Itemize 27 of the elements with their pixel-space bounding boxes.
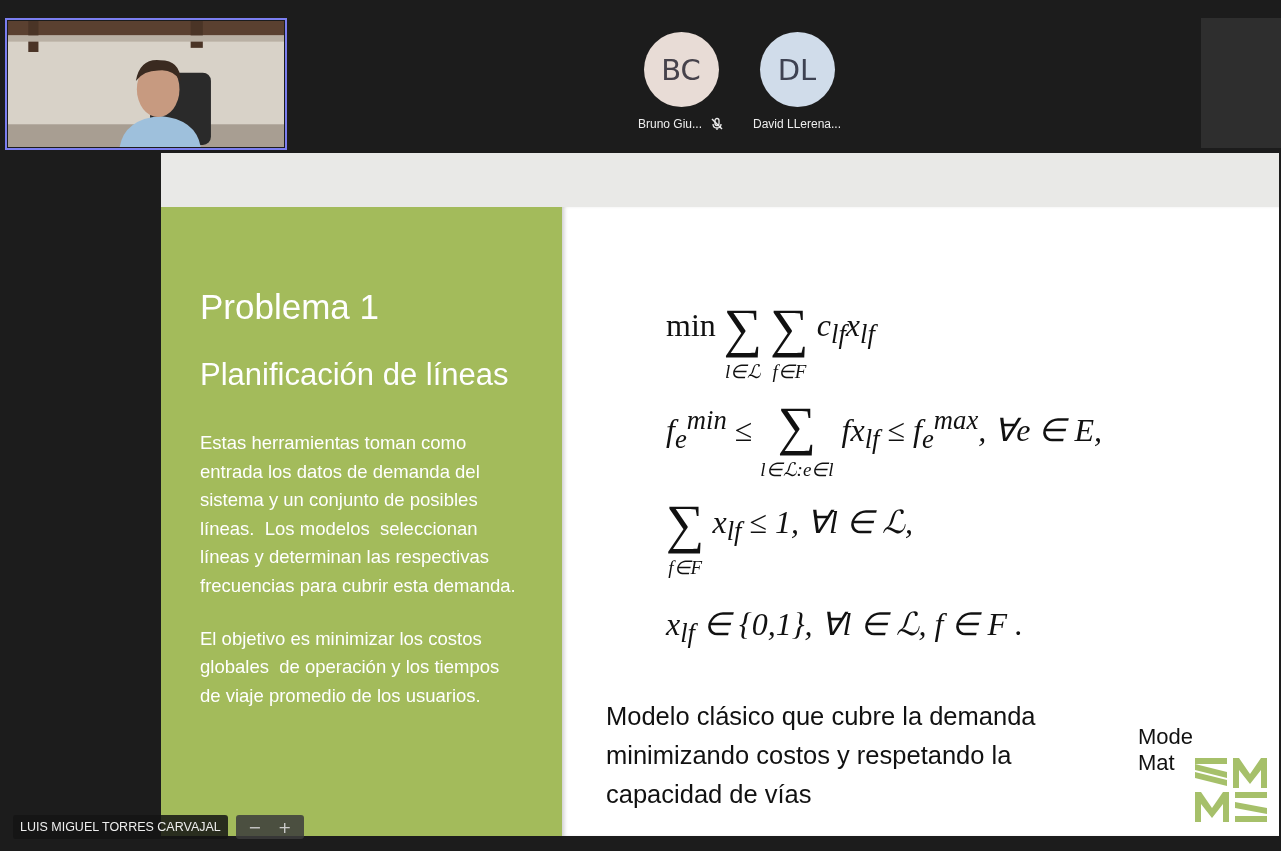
summation-sign: ∑	[777, 395, 817, 458]
slide-subtitle: Planificación de líneas	[200, 357, 510, 393]
participant-name: David LLerena...	[752, 117, 842, 131]
summation-sign: ∑	[723, 297, 763, 360]
participant-name: Bruno Giu...	[638, 117, 702, 131]
formula-text: fx$_{lf}$ ≤ f$_{e}$$^{max}$, ∀e ∈ E,	[841, 404, 1102, 456]
slide-paragraph: El objetivo es minimizar los costos globales de operación y los tiempos de viaje promedio de los usuarios.	[200, 626, 501, 708]
zoom-button[interactable]: −	[239, 815, 270, 839]
summation-index: l∈ℒ:e∈l	[760, 459, 834, 481]
slide-paragraph: Estas herramientas toman como entrada los datos de demanda del sistema y un conjunto de posibles líneas. Los modelos seleccionan líneas y determinan las respectivas frecuencias para cubrir esta demanda.	[200, 431, 517, 598]
formula-text: min	[666, 306, 716, 344]
formula-text: x$_{lf}$ ≤ 1, ∀l ∈ ℒ,	[712, 503, 913, 548]
avatar: BC	[643, 32, 719, 107]
slide-caption: Modelo clásico que cubre la demanda minimizando costos y respetando la capacidad de vías	[606, 701, 1037, 810]
logo-text: Mat	[1137, 750, 1176, 776]
logo-text: Mode	[1137, 724, 1193, 750]
formula-text: x$_{lf}$ ∈ {0,1}, ∀l ∈ ℒ, f ∈ F .	[666, 605, 1023, 650]
summation-index: f∈F	[772, 361, 807, 383]
summation-index: f∈F	[668, 557, 703, 579]
summation-sign: ∑	[770, 297, 809, 360]
summation-sign: ∑	[666, 493, 705, 556]
formula-text: f$_{e}$$^{min}$ ≤	[666, 404, 753, 456]
avatar: DL	[759, 32, 835, 107]
summation-index: l∈ℒ	[724, 361, 762, 383]
participant-name-label: LUIS MIGUEL TORRES CARVAJAL	[13, 815, 228, 839]
slide-title: Problema 1	[200, 287, 380, 327]
zoom-button[interactable]: +	[269, 815, 300, 839]
